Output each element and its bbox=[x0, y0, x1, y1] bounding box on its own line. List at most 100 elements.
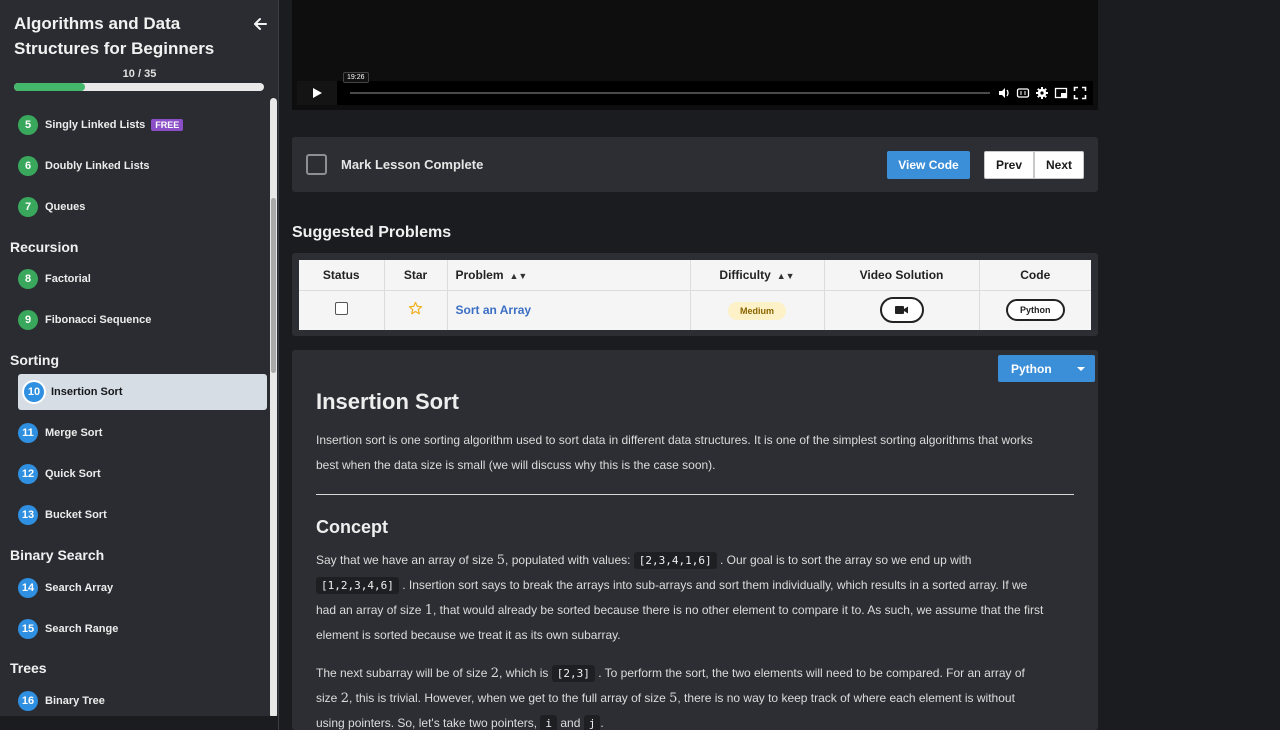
text-span: , there is no way to keep track of where… bbox=[677, 691, 1015, 705]
problems-table: Status Star Problem ▲▼ Difficulty ▲▼ Video… bbox=[299, 260, 1091, 330]
text-span: , that would already be sorted because t… bbox=[433, 603, 1044, 617]
lesson-number: 10 bbox=[24, 382, 44, 402]
lesson-item-binary-tree[interactable]: 16 Binary Tree bbox=[18, 683, 267, 719]
lesson-item-bucket-sort[interactable]: 13 Bucket Sort bbox=[18, 497, 267, 533]
lesson-item-fibonacci-sequence[interactable]: 9 Fibonacci Sequence bbox=[18, 302, 267, 338]
lesson-label: Queues bbox=[45, 201, 86, 213]
sort-icon[interactable]: ▲▼ bbox=[777, 271, 795, 281]
lesson-number: 16 bbox=[18, 691, 38, 711]
lesson-item-queues[interactable]: 7 Queues bbox=[18, 189, 267, 225]
section-heading-sorting: Sorting bbox=[10, 352, 59, 368]
problems-table-container: Status Star Problem ▲▼ Difficulty ▲▼ Video… bbox=[292, 253, 1098, 336]
code-header: Code bbox=[979, 260, 1091, 291]
code-cell: Python bbox=[979, 290, 1091, 330]
text-span: using pointers. So, let's take two point… bbox=[316, 716, 541, 730]
section-heading-recursion: Recursion bbox=[10, 239, 79, 255]
mark-complete-checkbox[interactable] bbox=[306, 154, 327, 175]
video-scrubber[interactable] bbox=[350, 92, 990, 94]
mark-complete-label: Mark Lesson Complete bbox=[341, 157, 484, 172]
python-code-button[interactable]: Python bbox=[1006, 299, 1065, 322]
inline-code: [1,2,3,4,6] bbox=[316, 577, 399, 594]
text-span: . Insertion sort says to break the array… bbox=[402, 578, 1028, 592]
problem-cell: Sort an Array bbox=[447, 290, 691, 330]
difficulty-header[interactable]: Difficulty ▲▼ bbox=[690, 260, 825, 291]
lesson-label: Fibonacci Sequence bbox=[45, 314, 152, 326]
video-camera-icon bbox=[894, 306, 908, 315]
course-title: Algorithms and Data Structures for Begin… bbox=[14, 14, 215, 58]
lesson-label: Search Array bbox=[45, 582, 114, 594]
concept-heading: Concept bbox=[316, 517, 388, 537]
difficulty-badge: Medium bbox=[727, 302, 786, 321]
right-margin bbox=[1098, 0, 1280, 730]
progress-bar bbox=[14, 83, 264, 91]
text-span: . Our goal is to sort the array so we en… bbox=[720, 553, 972, 567]
lesson-item-search-array[interactable]: 14 Search Array bbox=[18, 570, 267, 606]
prev-button[interactable]: Prev bbox=[984, 151, 1034, 179]
text-span: . To perform the sort, the two elements … bbox=[598, 666, 1025, 680]
progress-count: 10 / 35 bbox=[122, 68, 157, 80]
problem-header[interactable]: Problem ▲▼ bbox=[447, 260, 691, 291]
lesson-item-factorial[interactable]: 8 Factorial bbox=[18, 261, 267, 297]
settings-gear-icon[interactable] bbox=[1035, 86, 1049, 100]
lesson-item-singly-linked-lists[interactable]: 5 Singly Linked Lists FREE bbox=[18, 107, 267, 143]
lesson-item-insertion-sort[interactable]: 10 Insertion Sort bbox=[18, 374, 267, 410]
sort-icon[interactable]: ▲▼ bbox=[510, 271, 528, 281]
lesson-item-merge-sort[interactable]: 11 Merge Sort bbox=[18, 415, 267, 451]
volume-icon[interactable] bbox=[997, 86, 1011, 100]
language-label: Python bbox=[1011, 362, 1052, 376]
sidebar-scrollbar-track[interactable] bbox=[270, 98, 277, 718]
text-span: , which is bbox=[499, 666, 552, 680]
next-button[interactable]: Next bbox=[1034, 151, 1084, 179]
text-span: , this is trivial. However, when we get … bbox=[348, 691, 670, 705]
star-cell bbox=[384, 290, 448, 330]
text-span: . bbox=[600, 716, 604, 730]
sidebar-scrollbar-thumb[interactable] bbox=[271, 198, 276, 373]
star-header: Star bbox=[384, 260, 448, 291]
view-code-button[interactable]: View Code bbox=[887, 151, 970, 179]
lesson-item-quick-sort[interactable]: 12 Quick Sort bbox=[18, 456, 267, 492]
fullscreen-icon[interactable] bbox=[1073, 86, 1087, 100]
lesson-number: 9 bbox=[18, 310, 38, 330]
picture-in-picture-icon[interactable] bbox=[1054, 86, 1068, 100]
text-line: size 2, this is trivial. However, when w… bbox=[316, 686, 1078, 711]
caret-down-icon bbox=[1077, 367, 1085, 371]
lesson-article: Python Insertion Sort Insertion sort is … bbox=[292, 350, 1098, 730]
lesson-number: 8 bbox=[18, 269, 38, 289]
problem-status-checkbox[interactable] bbox=[334, 302, 348, 316]
collapse-arrow-icon[interactable] bbox=[251, 15, 269, 33]
lesson-label: Quick Sort bbox=[45, 468, 101, 480]
inline-code: [2,3,4,1,6] bbox=[633, 552, 717, 569]
text-line: The next subarray will be of size 2, whi… bbox=[316, 661, 1078, 686]
table-header-row: Status Star Problem ▲▼ Difficulty ▲▼ Video… bbox=[299, 260, 1091, 291]
star-icon[interactable] bbox=[408, 301, 423, 316]
video-solution-button[interactable] bbox=[879, 297, 924, 324]
intro-paragraph: Insertion sort is one sorting algorithm … bbox=[316, 428, 1078, 478]
text-span: The next subarray will be of size bbox=[316, 666, 491, 680]
suggested-problems-title: Suggested Problems bbox=[292, 224, 452, 241]
lesson-label: Factorial bbox=[45, 273, 91, 285]
inline-code: i bbox=[540, 715, 558, 730]
article-title: Insertion Sort bbox=[316, 389, 460, 414]
lesson-number: 14 bbox=[18, 578, 38, 598]
lesson-number: 12 bbox=[18, 464, 38, 484]
lesson-label: Singly Linked Lists bbox=[45, 119, 146, 131]
free-badge: FREE bbox=[151, 119, 184, 131]
text-span: Say that we have an array of size bbox=[316, 553, 497, 567]
status-header: Status bbox=[299, 260, 385, 291]
problem-link[interactable]: Sort an Array bbox=[456, 303, 532, 317]
sidebar-header: Algorithms and Data Structures for Begin… bbox=[0, 0, 278, 98]
play-button[interactable] bbox=[297, 81, 337, 105]
lesson-item-doubly-linked-lists[interactable]: 6 Doubly Linked Lists bbox=[18, 148, 267, 184]
math-value: 1 bbox=[424, 603, 434, 618]
play-icon bbox=[313, 88, 322, 98]
lesson-item-search-range[interactable]: 15 Search Range bbox=[18, 611, 267, 647]
language-dropdown[interactable]: Python bbox=[998, 355, 1095, 382]
captions-icon[interactable] bbox=[1016, 86, 1030, 100]
math-value: 5 bbox=[496, 553, 506, 568]
lesson-label: Binary Tree bbox=[45, 695, 105, 707]
video-player[interactable]: 19:26 bbox=[292, 0, 1098, 110]
section-heading-binary-search: Binary Search bbox=[10, 547, 105, 563]
lesson-number: 15 bbox=[18, 619, 38, 639]
pointer-paragraph: The next subarray will be of size 2, whi… bbox=[316, 661, 1078, 730]
difficulty-header-label: Difficulty bbox=[719, 267, 771, 282]
